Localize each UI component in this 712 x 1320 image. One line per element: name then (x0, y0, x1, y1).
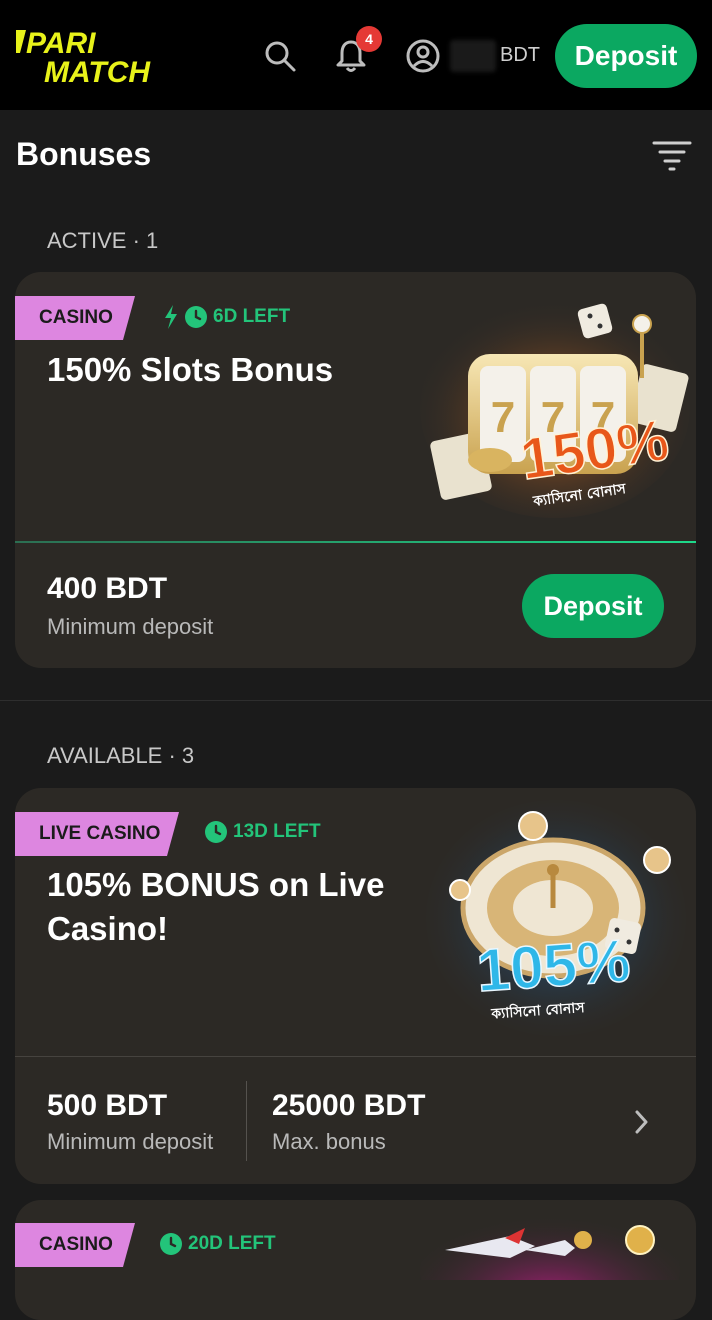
section-available-label: AVAILABLE · 3 (47, 743, 195, 768)
header-deposit-button[interactable]: Deposit (555, 24, 697, 88)
max-bonus-amount: 25000 BDT (272, 1089, 426, 1122)
bonus-timer: 6D LEFT (163, 305, 290, 329)
promo-percent: 105% (475, 927, 633, 1005)
svg-text:7: 7 (491, 393, 515, 442)
user-icon[interactable] (405, 38, 441, 74)
bonus-title: 105% BONUS on Live Casino! (47, 863, 384, 951)
bonus-timer: 13D LEFT (205, 821, 321, 843)
category-tag: LIVE CASINO (15, 812, 179, 856)
parimatch-logo[interactable]: PARI MATCH (16, 26, 191, 86)
bonus-timer: 20D LEFT (160, 1233, 276, 1255)
timer-text: 6D LEFT (213, 306, 291, 327)
card-divider (15, 541, 696, 543)
min-deposit-amount: 400 BDT (47, 572, 168, 605)
min-deposit-label: Minimum deposit (47, 1129, 214, 1154)
svg-text:MATCH: MATCH (44, 56, 151, 86)
slots-promo-image: 7 7 7 150% ক্যাসিনো বোনাস (420, 298, 690, 518)
top-bar: PARI MATCH 4 BDT Deposit (0, 0, 712, 110)
stat-divider (246, 1081, 247, 1161)
min-deposit-amount: 500 BDT (47, 1089, 168, 1122)
search-icon[interactable] (262, 38, 298, 74)
min-deposit-label: Minimum deposit (47, 614, 214, 639)
bonus-title: 150% Slots Bonus (47, 351, 334, 388)
card-deposit-button[interactable]: Deposit (522, 574, 664, 638)
category-tag: CASINO (15, 296, 135, 340)
timer-text: 13D LEFT (233, 821, 321, 842)
roulette-promo-image: 105% ক্যাসিনো বোনাস (426, 800, 686, 1036)
timer-text: 20D LEFT (188, 1233, 276, 1254)
balance-amount-hidden (450, 40, 496, 72)
page-title: Bonuses (16, 136, 152, 172)
section-active-label: ACTIVE · 1 (47, 228, 159, 253)
crash-game-promo-image (420, 1200, 680, 1280)
filter-icon[interactable] (652, 138, 692, 172)
balance-currency: BDT (500, 44, 540, 66)
max-bonus-label: Max. bonus (272, 1129, 386, 1154)
bonus-title-line2: Casino! (47, 910, 169, 947)
clock-icon (160, 1233, 182, 1255)
bonus-title-line1: 105% BONUS on Live (47, 866, 385, 903)
category-tag: CASINO (15, 1223, 135, 1267)
card-divider (15, 1056, 696, 1057)
section-separator (0, 700, 712, 701)
bonus-card-live-casino[interactable]: LIVE CASINO 13D LEFT 105% BONUS on Live … (15, 788, 696, 1184)
chevron-right-icon[interactable] (633, 1108, 651, 1136)
clock-icon (185, 306, 207, 328)
bonus-card-casino-2[interactable]: CASINO 20D LEFT (15, 1200, 696, 1320)
clock-icon (205, 821, 227, 843)
lightning-icon (165, 305, 177, 329)
notification-badge: 4 (356, 26, 382, 52)
bonus-card-slots[interactable]: CASINO 6D LEFT 150% Slots Bonus 7 7 7 15… (15, 272, 696, 668)
